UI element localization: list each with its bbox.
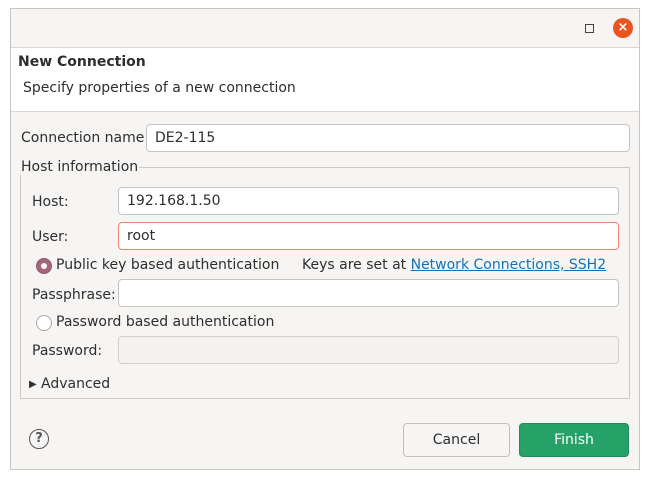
network-connections-ssh2-link[interactable]: Network Connections, SSH2 (411, 257, 607, 273)
user-input[interactable]: root (118, 222, 619, 250)
password-auth-label[interactable]: Password based authentication (56, 314, 274, 330)
advanced-toggle[interactable]: Advanced (41, 376, 110, 392)
dialog-subtitle: Specify properties of a new connection (23, 80, 296, 96)
password-label: Password: (32, 343, 103, 359)
passphrase-label: Passphrase: (32, 287, 116, 303)
keys-info-text: Keys are set at (302, 257, 407, 273)
connection-name-label: Connection name: (21, 130, 150, 146)
finish-button[interactable]: Finish (519, 423, 629, 457)
connection-name-input[interactable]: DE2-115 (146, 124, 630, 152)
maximize-icon[interactable] (579, 18, 599, 38)
public-key-auth-radio[interactable] (36, 258, 52, 274)
dialog-header: New Connection Specify properties of a n… (11, 47, 639, 112)
cancel-button[interactable]: Cancel (403, 423, 510, 457)
host-label: Host: (32, 194, 69, 210)
chevron-right-icon[interactable]: ▶ (29, 379, 37, 390)
password-input[interactable] (118, 336, 619, 364)
user-label: User: (32, 229, 69, 245)
passphrase-input[interactable] (118, 279, 619, 307)
host-information-legend: Host information (20, 159, 140, 175)
password-auth-radio[interactable] (36, 315, 52, 331)
help-icon[interactable]: ? (29, 429, 49, 449)
new-connection-dialog: × New Connection Specify properties of a… (10, 8, 640, 470)
title-bar: × (11, 9, 639, 47)
keys-info: Keys are set at Network Connections, SSH… (302, 257, 606, 273)
public-key-auth-label[interactable]: Public key based authentication (56, 257, 279, 273)
host-input[interactable]: 192.168.1.50 (118, 187, 619, 215)
dialog-title: New Connection (18, 54, 146, 70)
close-icon[interactable]: × (613, 18, 633, 38)
